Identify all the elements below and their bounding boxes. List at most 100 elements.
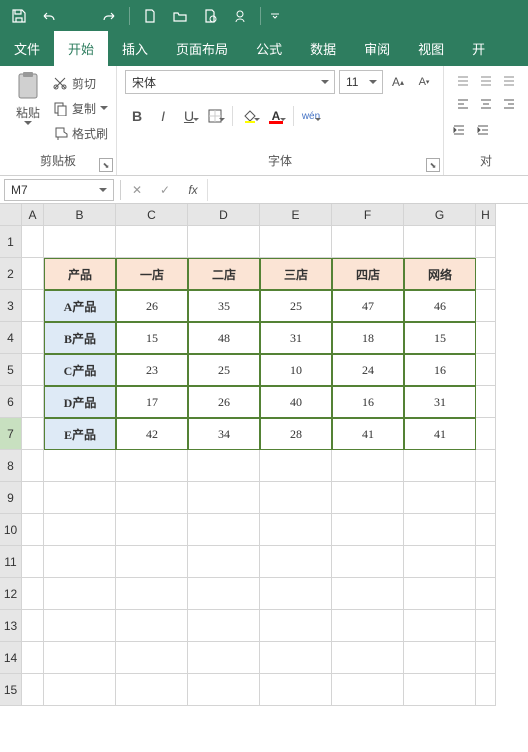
cell[interactable] <box>476 290 496 322</box>
cell[interactable]: 一店 <box>116 258 188 290</box>
tab-file[interactable]: 文件 <box>0 31 54 66</box>
row-header[interactable]: 15 <box>0 674 22 706</box>
cancel-icon[interactable]: ✕ <box>123 176 151 204</box>
cell[interactable] <box>188 610 260 642</box>
tab-view[interactable]: 视图 <box>404 31 458 66</box>
spreadsheet[interactable]: ABCDEFGH12产品一店二店三店四店网络3A产品26352547464B产品… <box>0 204 528 752</box>
row-header[interactable]: 13 <box>0 610 22 642</box>
cell[interactable] <box>22 514 44 546</box>
col-header[interactable]: F <box>332 204 404 226</box>
font-dialog-launcher[interactable]: ⬊ <box>426 158 440 172</box>
cell[interactable] <box>116 226 188 258</box>
cell[interactable] <box>332 674 404 706</box>
cell[interactable] <box>476 226 496 258</box>
cell[interactable] <box>476 418 496 450</box>
tab-review[interactable]: 审阅 <box>350 31 404 66</box>
col-header[interactable]: B <box>44 204 116 226</box>
cell[interactable] <box>260 482 332 514</box>
cell[interactable]: 23 <box>116 354 188 386</box>
cell[interactable]: 46 <box>404 290 476 322</box>
cell[interactable] <box>44 514 116 546</box>
cell[interactable] <box>44 450 116 482</box>
cell[interactable] <box>476 674 496 706</box>
cell[interactable] <box>116 674 188 706</box>
cell[interactable]: 42 <box>116 418 188 450</box>
cell[interactable]: 26 <box>116 290 188 322</box>
cell[interactable] <box>260 546 332 578</box>
row-header[interactable]: 9 <box>0 482 22 514</box>
cell[interactable] <box>22 450 44 482</box>
cell[interactable] <box>476 610 496 642</box>
cell[interactable] <box>22 290 44 322</box>
font-color-button[interactable]: A <box>264 104 288 128</box>
cell[interactable] <box>332 482 404 514</box>
increase-indent-icon[interactable] <box>476 123 498 145</box>
cell[interactable] <box>476 578 496 610</box>
font-name-select[interactable]: 宋体 <box>125 70 335 94</box>
wps-icon[interactable] <box>227 3 253 29</box>
cell[interactable]: 28 <box>260 418 332 450</box>
cell[interactable]: 15 <box>116 322 188 354</box>
cell[interactable]: 二店 <box>188 258 260 290</box>
cell[interactable]: 41 <box>332 418 404 450</box>
cell[interactable] <box>22 610 44 642</box>
bold-button[interactable]: B <box>125 104 149 128</box>
undo-icon[interactable] <box>36 3 62 29</box>
cell[interactable] <box>22 642 44 674</box>
cell[interactable]: 47 <box>332 290 404 322</box>
cell[interactable]: 18 <box>332 322 404 354</box>
cell[interactable] <box>188 546 260 578</box>
cell[interactable]: 17 <box>116 386 188 418</box>
col-header[interactable]: A <box>22 204 44 226</box>
row-header[interactable]: 3 <box>0 290 22 322</box>
cell[interactable] <box>476 450 496 482</box>
tab-formula[interactable]: 公式 <box>242 31 296 66</box>
redo-icon[interactable] <box>96 3 122 29</box>
cell[interactable]: 10 <box>260 354 332 386</box>
tab-data[interactable]: 数据 <box>296 31 350 66</box>
cell[interactable]: 34 <box>188 418 260 450</box>
cell[interactable] <box>260 642 332 674</box>
cell[interactable] <box>476 386 496 418</box>
print-preview-icon[interactable] <box>197 3 223 29</box>
cell[interactable]: E产品 <box>44 418 116 450</box>
cell[interactable]: 35 <box>188 290 260 322</box>
cell[interactable]: 16 <box>404 354 476 386</box>
cell[interactable] <box>404 226 476 258</box>
tab-start[interactable]: 开始 <box>54 31 108 66</box>
cell[interactable]: 24 <box>332 354 404 386</box>
col-header[interactable]: H <box>476 204 496 226</box>
row-header[interactable]: 5 <box>0 354 22 386</box>
row-header[interactable]: 11 <box>0 546 22 578</box>
fill-color-button[interactable] <box>238 104 262 128</box>
cell[interactable] <box>22 578 44 610</box>
cell[interactable]: 产品 <box>44 258 116 290</box>
cut-button[interactable]: 剪切 <box>52 72 108 94</box>
col-header[interactable]: D <box>188 204 260 226</box>
cell[interactable] <box>476 258 496 290</box>
cell[interactable] <box>22 226 44 258</box>
cell[interactable]: A产品 <box>44 290 116 322</box>
cell[interactable] <box>22 546 44 578</box>
cell[interactable]: 41 <box>404 418 476 450</box>
cell[interactable] <box>44 482 116 514</box>
cell[interactable]: 三店 <box>260 258 332 290</box>
italic-button[interactable]: I <box>151 104 175 128</box>
cell[interactable]: C产品 <box>44 354 116 386</box>
cell[interactable] <box>22 482 44 514</box>
cell[interactable] <box>44 546 116 578</box>
copy-button[interactable]: 复制 <box>52 97 108 119</box>
underline-button[interactable]: U <box>177 104 201 128</box>
col-header[interactable]: G <box>404 204 476 226</box>
cell[interactable]: 25 <box>260 290 332 322</box>
cell[interactable]: 31 <box>260 322 332 354</box>
align-left-icon[interactable] <box>452 93 474 115</box>
cell[interactable] <box>44 642 116 674</box>
cell[interactable] <box>404 482 476 514</box>
cell[interactable] <box>22 386 44 418</box>
cell[interactable] <box>260 226 332 258</box>
qat-customize-icon[interactable] <box>268 3 282 29</box>
align-center-icon[interactable] <box>475 93 497 115</box>
cell[interactable] <box>332 514 404 546</box>
align-top-right-icon[interactable] <box>498 70 520 92</box>
